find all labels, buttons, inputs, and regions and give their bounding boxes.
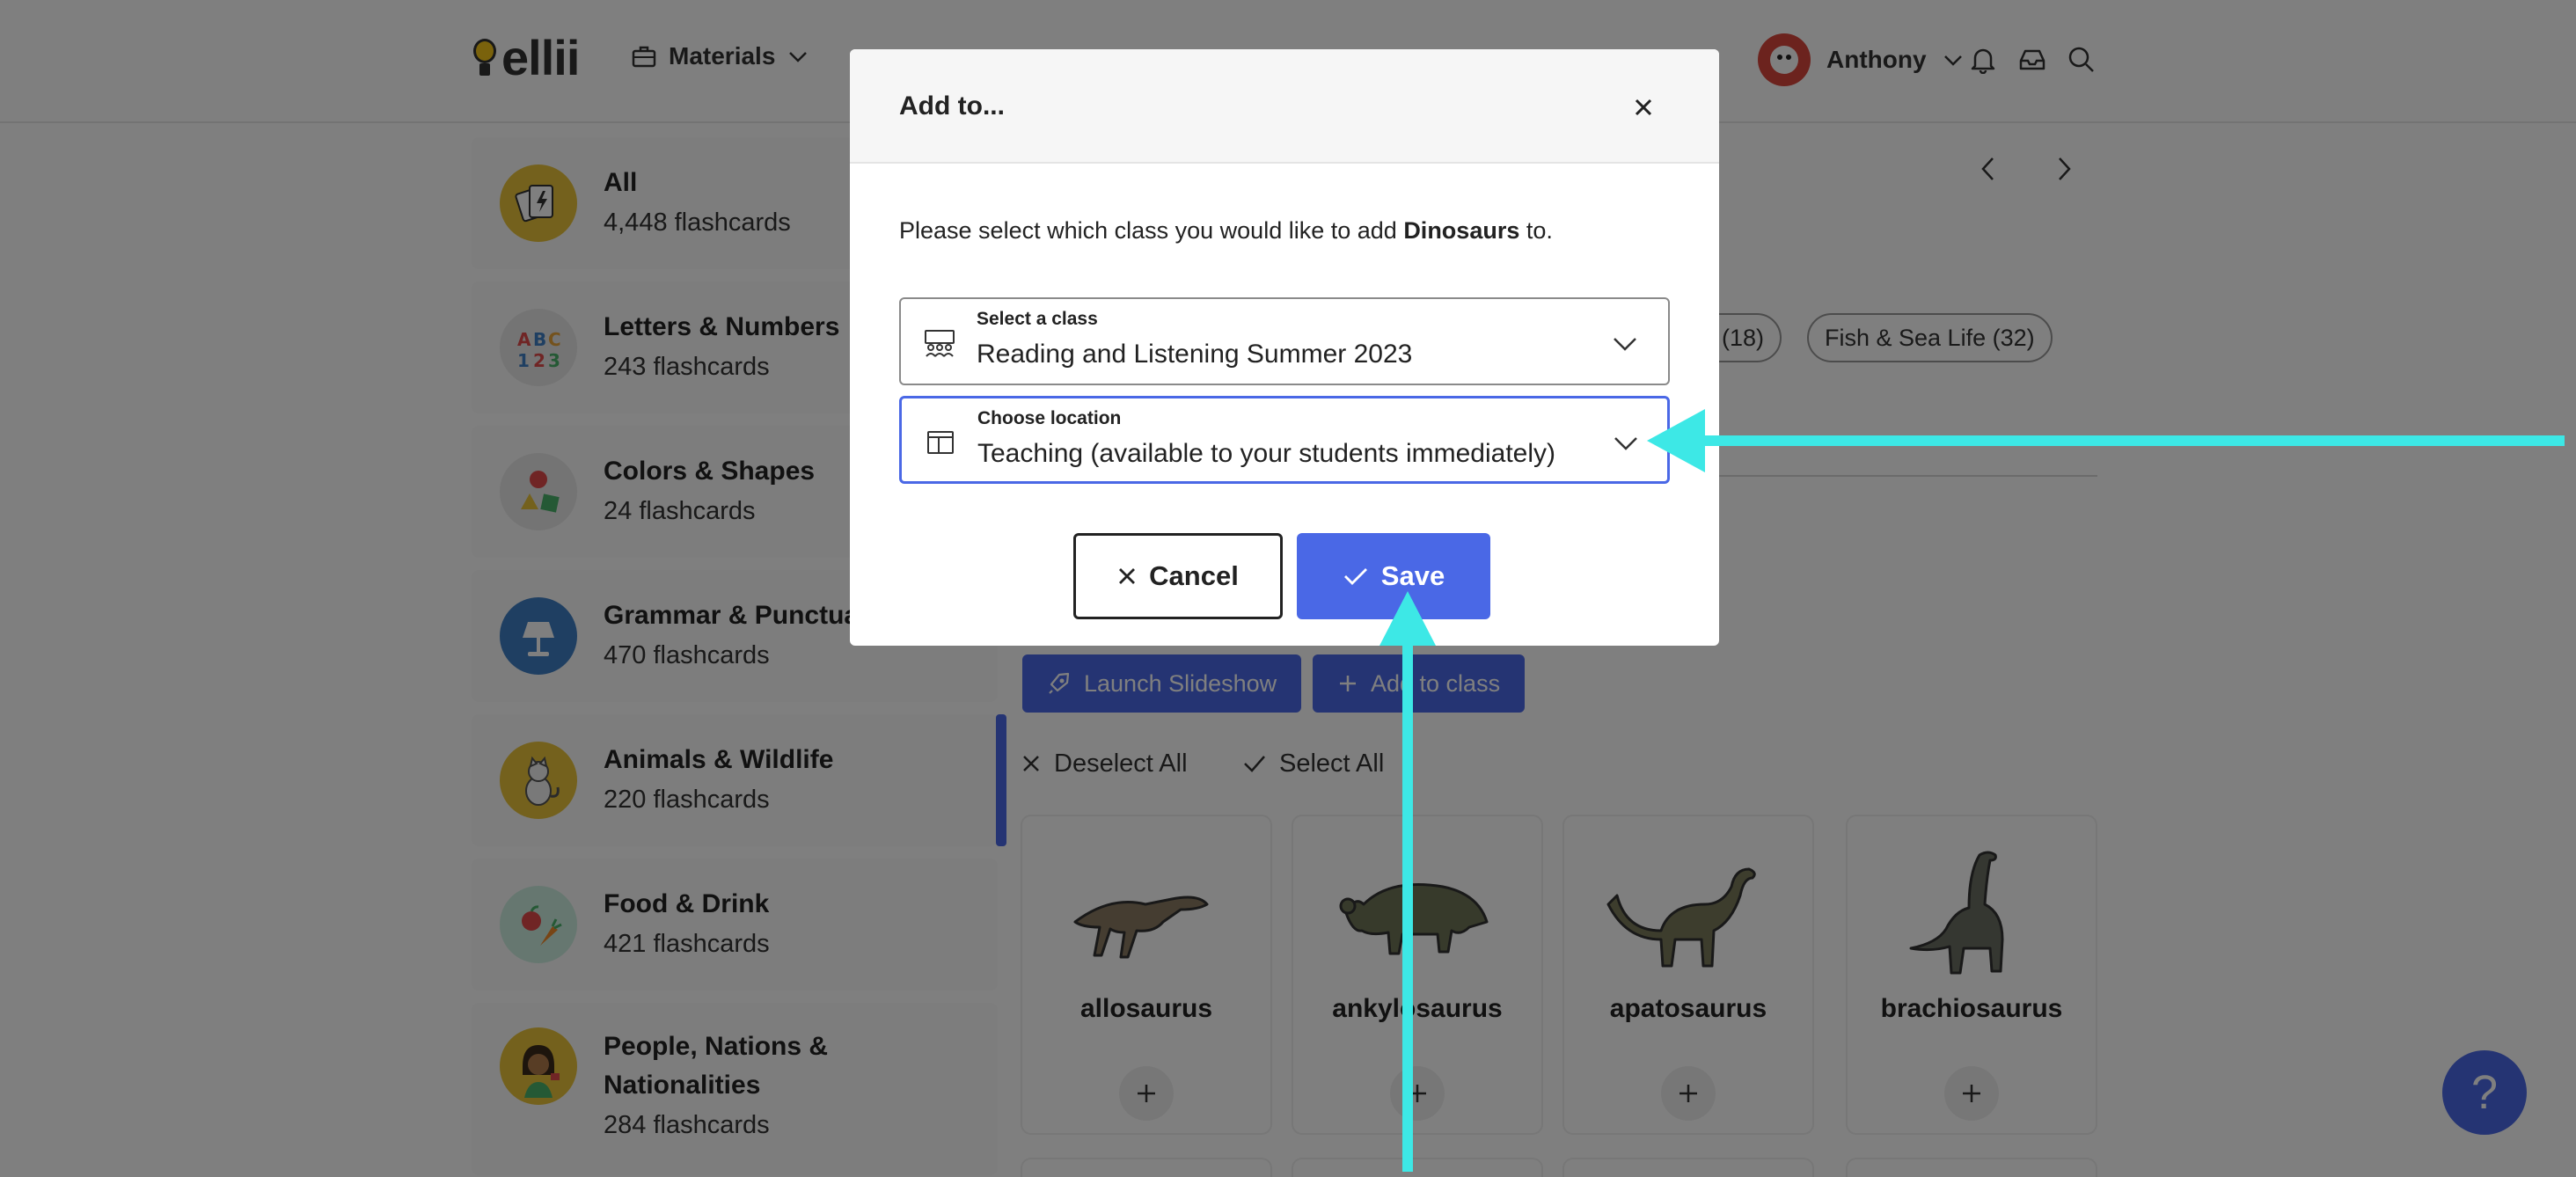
chevron-down-icon bbox=[1614, 338, 1636, 351]
select-class-dropdown[interactable]: Select a class Reading and Listening Sum… bbox=[899, 297, 1670, 385]
choose-location-dropdown[interactable]: Choose location Teaching (available to y… bbox=[899, 396, 1670, 484]
choose-location-value: Teaching (available to your students imm… bbox=[977, 439, 1555, 468]
save-button[interactable]: Save bbox=[1297, 533, 1490, 619]
select-class-label: Select a class bbox=[977, 309, 1098, 329]
layout-columns-icon bbox=[927, 431, 954, 454]
checkmark-icon bbox=[1343, 568, 1367, 585]
dialog-header: Add to... bbox=[850, 49, 1719, 164]
chevron-down-icon bbox=[1614, 437, 1637, 450]
select-class-value: Reading and Listening Summer 2023 bbox=[977, 340, 1413, 369]
dialog-title: Add to... bbox=[899, 91, 1005, 121]
close-icon bbox=[1119, 568, 1136, 584]
selected-set-name: Dinosaurs bbox=[1403, 217, 1520, 244]
classroom-icon bbox=[925, 330, 955, 357]
cancel-button[interactable]: Cancel bbox=[1073, 533, 1283, 619]
close-icon bbox=[1635, 99, 1652, 116]
choose-location-label: Choose location bbox=[977, 408, 1122, 428]
dialog-prompt: Please select which class you would like… bbox=[899, 217, 1553, 244]
add-to-dialog: Add to... Please select which class you … bbox=[850, 49, 1719, 646]
close-dialog-button[interactable] bbox=[1624, 88, 1663, 127]
